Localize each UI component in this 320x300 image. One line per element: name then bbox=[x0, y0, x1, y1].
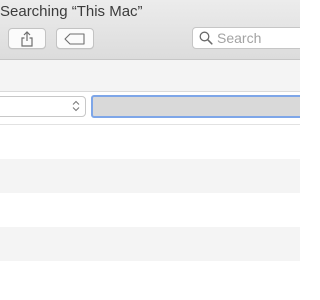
search-scope-bar bbox=[0, 60, 300, 92]
search-placeholder: Search bbox=[217, 30, 262, 46]
share-button[interactable] bbox=[8, 28, 46, 49]
window-toolbar: Searching “This Mac” Search bbox=[0, 0, 300, 60]
list-row[interactable] bbox=[0, 227, 300, 261]
list-row[interactable] bbox=[0, 261, 300, 295]
finder-search-window: Searching “This Mac” Search bbox=[0, 0, 300, 300]
criteria-attribute-select[interactable] bbox=[0, 96, 86, 117]
search-field[interactable]: Search bbox=[192, 27, 300, 49]
window-title: Searching “This Mac” bbox=[0, 3, 143, 20]
list-row[interactable] bbox=[0, 125, 300, 159]
tag-icon bbox=[64, 32, 85, 45]
list-row[interactable] bbox=[0, 159, 300, 193]
criteria-value-field[interactable] bbox=[91, 95, 300, 118]
list-row[interactable] bbox=[0, 193, 300, 227]
share-icon bbox=[21, 30, 33, 47]
up-down-chevron-icon bbox=[72, 100, 80, 112]
tag-button[interactable] bbox=[56, 28, 94, 49]
results-list[interactable] bbox=[0, 125, 300, 300]
magnifying-glass-icon bbox=[199, 31, 213, 45]
